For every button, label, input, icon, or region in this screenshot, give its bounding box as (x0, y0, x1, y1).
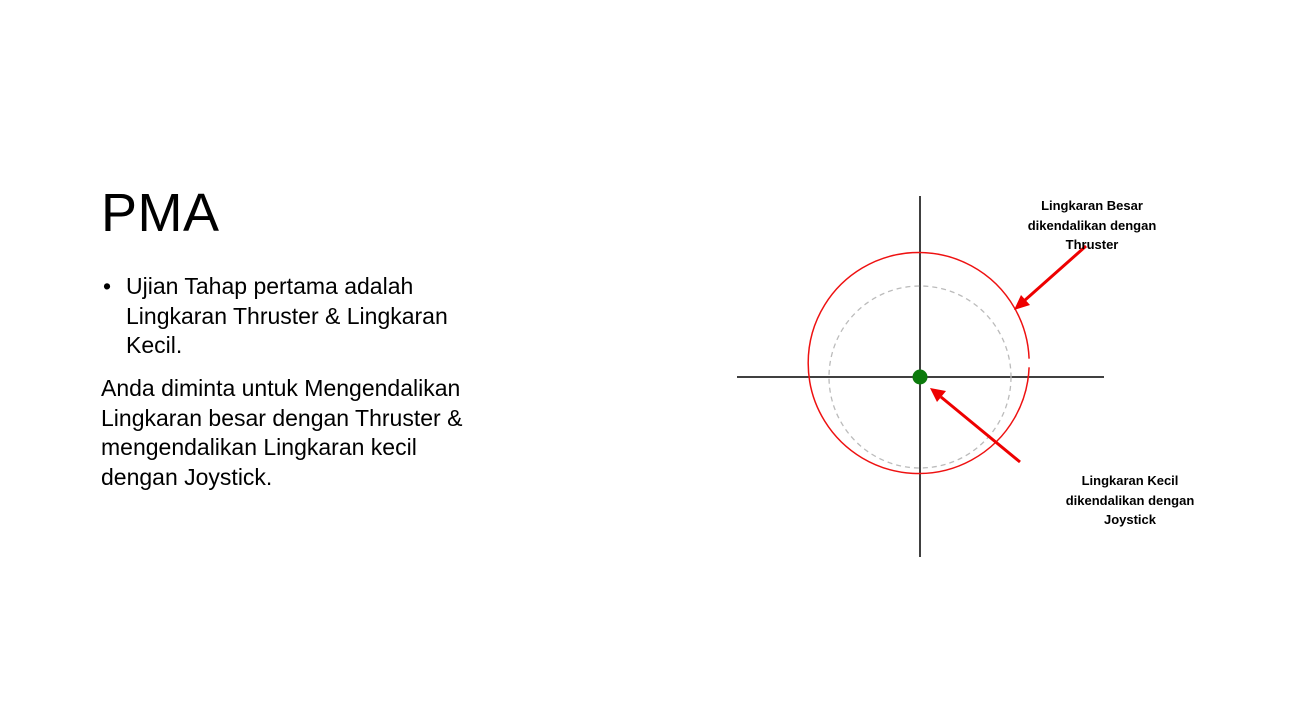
annotation-line: dikendalikan dengan (1027, 217, 1157, 233)
circle-diagram (737, 196, 1104, 557)
annotation-line: Joystick (1103, 512, 1157, 527)
annotation-line: Lingkaran Kecil (1081, 473, 1179, 488)
arrow-small-circle (940, 395, 1021, 464)
annotation-line: dikendalikan dengan (1065, 492, 1195, 508)
center-dot (912, 369, 928, 385)
annotation-line: Lingkaran Besar (1041, 198, 1143, 213)
small-circle-annotation: Lingkaran Kecil dikendalikan dengan Joys… (1050, 471, 1210, 530)
slide: PMA Ujian Tahap pertama adalah Lingkaran… (0, 0, 1292, 723)
big-circle-annotation: Lingkaran Besar dikendalikan dengan Thru… (1012, 196, 1172, 255)
annotation-line: Thruster (1065, 237, 1119, 252)
